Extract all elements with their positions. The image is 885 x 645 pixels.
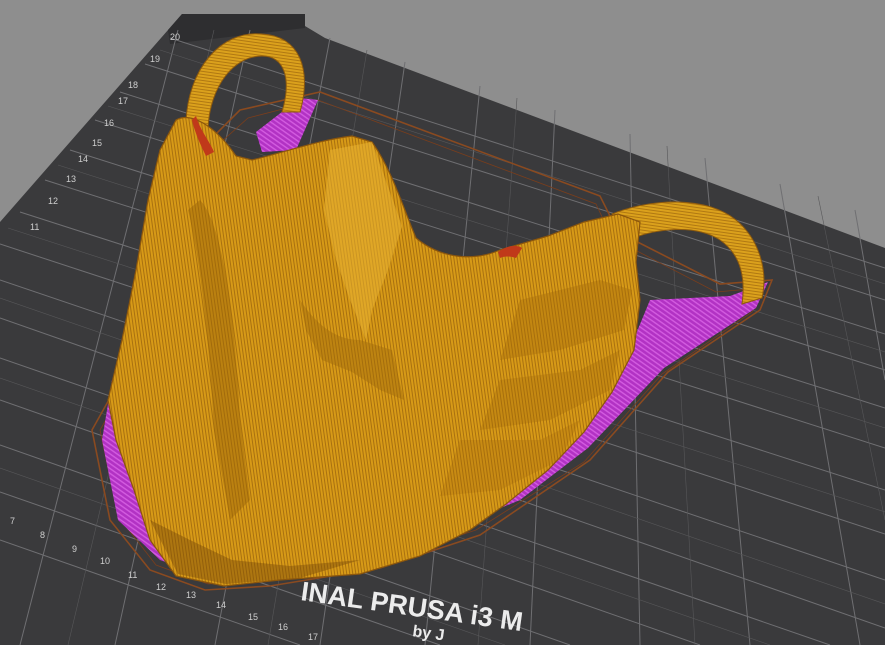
y-axis-tick-label: 18 (128, 80, 138, 90)
x-axis-tick-label: 16 (278, 622, 288, 632)
y-axis-tick-label: 16 (104, 118, 114, 128)
x-axis-tick-label: 7 (10, 516, 15, 526)
x-axis-tick-label: 11 (128, 570, 137, 580)
y-axis-tick-label: 13 (66, 174, 76, 184)
3d-preview-viewport[interactable]: 20 19 18 17 16 15 14 13 12 11 7 8 9 10 11 12 13 14 15 16 17… (0, 0, 885, 645)
y-axis-tick-label: 11 (30, 222, 39, 232)
x-axis-tick-label: 8 (40, 530, 45, 540)
x-axis-tick-label: 15 (248, 612, 258, 622)
x-axis-tick-label: 14 (216, 600, 226, 610)
y-axis-tick-label: 19 (150, 54, 160, 64)
y-axis-tick-label: 20 (170, 32, 180, 42)
y-axis-tick-label: 12 (48, 196, 58, 206)
x-axis-tick-label: 9 (72, 544, 77, 554)
x-axis-tick-label: 12 (156, 582, 166, 592)
y-axis-tick-label: 14 (78, 154, 88, 164)
y-axis-tick-label: 15 (92, 138, 102, 148)
x-axis-tick-label: 17 (308, 632, 318, 642)
x-axis-tick-label: 13 (186, 590, 196, 600)
scene-canvas[interactable]: 20191817161514131211 7891011121314151617… (0, 0, 885, 645)
y-axis-tick-label: 17 (118, 96, 128, 106)
x-axis-tick-label: 10 (100, 556, 110, 566)
